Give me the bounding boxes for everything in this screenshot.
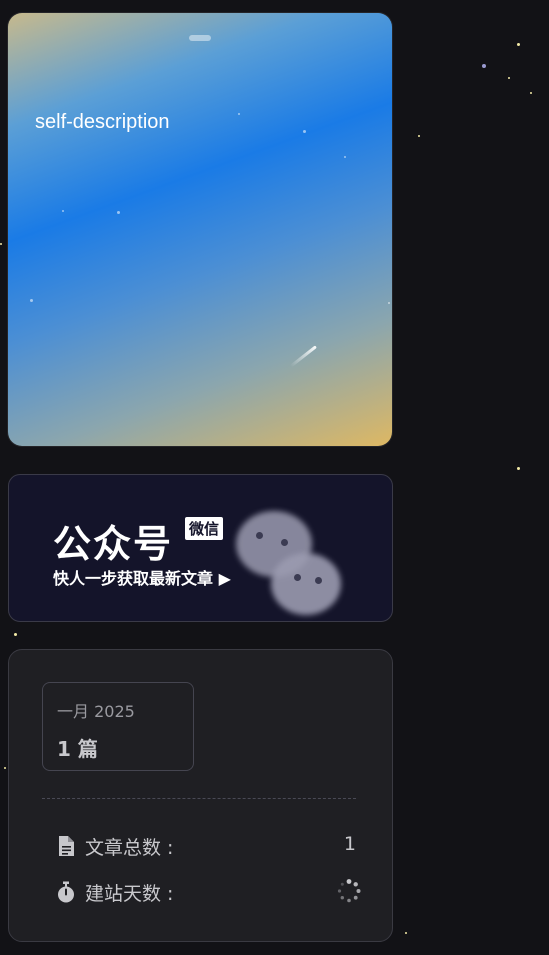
loading-spinner-icon [336,878,362,904]
wechat-badge: 微信 [185,517,224,540]
wechat-eye [315,577,322,584]
wechat-eye [256,532,263,539]
star-decoration [117,211,120,214]
star-decoration [303,130,306,133]
star-decoration [482,64,486,68]
star-decoration [0,243,2,245]
star-decoration [4,767,6,769]
wechat-subtitle: 快人一步获取最新文章 ▶ [53,569,231,588]
star-decoration [517,43,520,46]
site-info-card: 一月 2025 1 篇 文章总数 : 1 建站天数 : [8,649,393,942]
wechat-promo-card[interactable]: 公众号 微信 快人一步获取最新文章 ▶ [8,474,393,622]
star-decoration [14,633,17,636]
stopwatch-icon [56,881,76,903]
star-decoration [30,299,33,302]
star-decoration [62,210,64,212]
wechat-title: 公众号 [53,522,174,566]
star-decoration [418,135,420,137]
profile-card: self-description [8,13,392,446]
wechat-logo-icon [271,553,341,615]
site-days-row: 建站天数 : [56,879,361,905]
divider [42,798,356,799]
article-count-label: 文章总数 : [85,837,174,859]
star-decoration [388,302,390,304]
self-description-text: self-description [35,111,170,133]
star-decoration [530,92,532,94]
drag-handle[interactable] [189,35,211,41]
star-decoration [405,932,407,934]
wechat-eye [281,539,288,546]
star-decoration [238,113,240,115]
archive-month-label: 一月 2025 [57,702,135,721]
article-count-row: 文章总数 : 1 [56,833,356,859]
star-decoration [344,156,346,158]
archive-post-count: 1 篇 [57,737,98,761]
site-days-label: 建站天数 : [85,883,174,905]
article-count-value: 1 [343,833,356,855]
wechat-eye [294,574,301,581]
star-decoration [517,467,520,470]
archive-month-item[interactable]: 一月 2025 1 篇 [42,682,194,771]
meteor-decoration [289,345,317,368]
file-icon [56,835,76,857]
star-decoration [508,77,510,79]
